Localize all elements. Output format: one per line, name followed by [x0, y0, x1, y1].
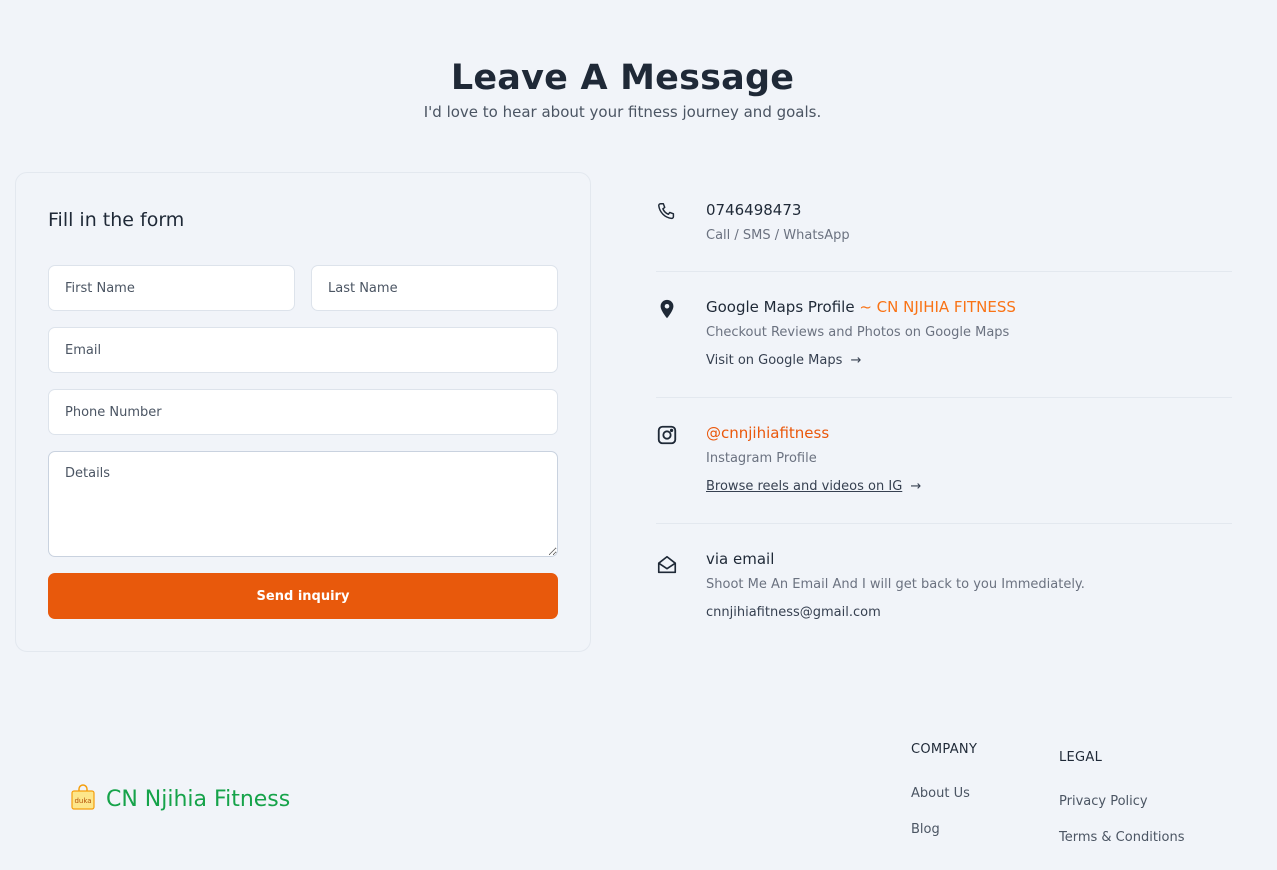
email-input[interactable]	[48, 327, 558, 373]
contact-page: Leave A Message I'd love to hear about y…	[0, 0, 1277, 870]
first-name-input[interactable]	[48, 265, 295, 311]
divider	[656, 271, 1232, 272]
inquiry-form-card: Fill in the form Send inquiry	[15, 172, 591, 652]
email-description: Shoot Me An Email And I will get back to…	[706, 577, 1085, 592]
maps-business-name: ~ CN NJIHIA FITNESS	[859, 298, 1016, 316]
phone-description: Call / SMS / WhatsApp	[706, 228, 850, 243]
contact-email: via email Shoot Me An Email And I will g…	[656, 550, 1232, 630]
footer-link-about-us[interactable]: About Us	[911, 786, 970, 801]
footer-legal-heading: LEGAL	[1059, 750, 1103, 765]
contact-phone: 0746498473 Call / SMS / WhatsApp	[656, 201, 1232, 261]
arrow-right-icon: →	[850, 353, 862, 368]
divider	[656, 397, 1232, 398]
phone-number[interactable]: 0746498473	[706, 201, 801, 219]
contact-google-maps: Google Maps Profile ~ CN NJIHIA FITNESS …	[656, 298, 1232, 378]
divider	[656, 523, 1232, 524]
footer-link-privacy-policy[interactable]: Privacy Policy	[1059, 794, 1148, 809]
footer-brand[interactable]: duka CN Njihia Fitness	[70, 783, 290, 815]
footer-company-heading: COMPANY	[911, 742, 978, 757]
logo-text: duka	[74, 797, 91, 805]
instagram-description: Instagram Profile	[706, 451, 817, 466]
envelope-open-icon	[656, 554, 678, 576]
shopping-bag-logo-icon: duka	[70, 783, 96, 815]
browse-instagram-label: Browse reels and videos on IG	[706, 479, 903, 494]
arrow-right-icon: →	[910, 479, 922, 494]
maps-description: Checkout Reviews and Photos on Google Ma…	[706, 325, 1010, 340]
details-textarea[interactable]	[48, 451, 558, 557]
maps-title: Google Maps Profile ~ CN NJIHIA FITNESS	[706, 298, 1016, 316]
brand-name: CN Njihia Fitness	[106, 786, 291, 812]
form-heading: Fill in the form	[48, 209, 185, 231]
maps-title-text: Google Maps Profile	[706, 298, 855, 316]
instagram-handle[interactable]: @cnnjihiafitness	[706, 424, 829, 442]
send-inquiry-button[interactable]: Send inquiry	[48, 573, 558, 619]
visit-google-maps-label: Visit on Google Maps	[706, 353, 843, 368]
phone-number-input[interactable]	[48, 389, 558, 435]
visit-google-maps-link[interactable]: Visit on Google Maps →	[706, 353, 861, 368]
last-name-input[interactable]	[311, 265, 558, 311]
instagram-icon	[656, 424, 678, 446]
contact-instagram: @cnnjihiafitness Instagram Profile Brows…	[656, 424, 1232, 504]
map-pin-icon	[656, 298, 678, 320]
phone-icon	[656, 201, 678, 223]
email-address[interactable]: cnnjihiafitness@gmail.com	[706, 605, 881, 620]
page-subtitle: I'd love to hear about your fitness jour…	[423, 103, 822, 121]
email-title: via email	[706, 550, 775, 568]
browse-instagram-link[interactable]: Browse reels and videos on IG →	[706, 479, 921, 494]
hero-section: Leave A Message I'd love to hear about y…	[0, 56, 1245, 121]
footer-link-blog[interactable]: Blog	[911, 822, 940, 837]
footer-link-terms-conditions[interactable]: Terms & Conditions	[1059, 830, 1185, 845]
page-title: Leave A Message	[450, 58, 795, 98]
